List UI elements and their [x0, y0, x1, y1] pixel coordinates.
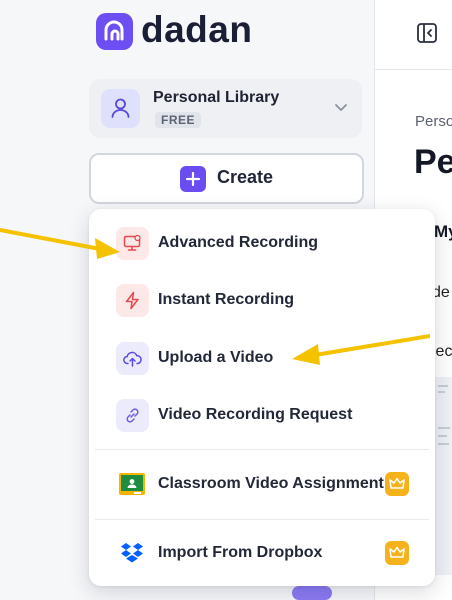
thumbnail-line	[438, 391, 445, 393]
menu-item-classroom-assignment[interactable]: Classroom Video Assignment	[89, 460, 435, 510]
thumbnail-line	[438, 443, 449, 445]
plan-badge: FREE	[155, 112, 202, 128]
menu-item-label: Import From Dropbox	[158, 544, 323, 561]
chevron-down-icon	[335, 104, 347, 111]
breadcrumb[interactable]: Perso	[415, 113, 452, 130]
page-title: Pe	[414, 143, 452, 181]
menu-item-video-recording-request[interactable]: Video Recording Request	[89, 391, 435, 441]
create-button-label: Create	[217, 167, 274, 187]
thumbnail-line	[438, 435, 447, 437]
user-icon	[101, 89, 140, 128]
library-name: Personal Library	[153, 89, 280, 106]
content-text: lec	[432, 343, 452, 360]
lightning-icon	[116, 284, 149, 317]
create-dropdown-menu: Advanced Recording Instant Recording Upl…	[89, 209, 435, 586]
menu-item-label: Video Recording Request	[158, 406, 353, 423]
crown-icon	[385, 472, 409, 496]
google-classroom-icon	[116, 468, 149, 501]
link-icon	[116, 399, 149, 432]
main-topbar	[375, 0, 452, 70]
thumbnail-line	[438, 427, 450, 429]
menu-item-import-dropbox[interactable]: Import From Dropbox	[89, 529, 435, 579]
menu-item-label: Classroom Video Assignment	[158, 475, 384, 492]
monitor-record-icon	[116, 227, 149, 260]
cloud-upload-icon	[116, 342, 149, 375]
plus-icon	[180, 166, 206, 192]
menu-item-advanced-recording[interactable]: Advanced Recording	[89, 219, 435, 269]
menu-item-label: Advanced Recording	[158, 234, 319, 251]
logo-mark-icon	[96, 13, 133, 50]
dropbox-icon	[116, 537, 149, 570]
create-button[interactable]: Create	[89, 153, 364, 204]
menu-item-label: Instant Recording	[158, 291, 295, 308]
sidebar-collapse-icon[interactable]	[416, 22, 438, 44]
menu-divider	[95, 519, 429, 520]
tab-my[interactable]: My	[434, 222, 452, 242]
sidebar-badge	[292, 586, 332, 600]
brand-logo[interactable]: dadan	[96, 9, 266, 53]
crown-icon	[385, 541, 409, 565]
menu-item-instant-recording[interactable]: Instant Recording	[89, 276, 435, 326]
menu-item-upload-video[interactable]: Upload a Video	[89, 334, 435, 384]
menu-divider	[95, 449, 429, 450]
brand-name: dadan	[141, 9, 253, 50]
thumbnail-line	[438, 385, 448, 387]
library-switcher[interactable]: Personal Library FREE	[89, 79, 362, 138]
video-thumbnail[interactable]	[434, 377, 452, 575]
menu-item-label: Upload a Video	[158, 349, 274, 366]
